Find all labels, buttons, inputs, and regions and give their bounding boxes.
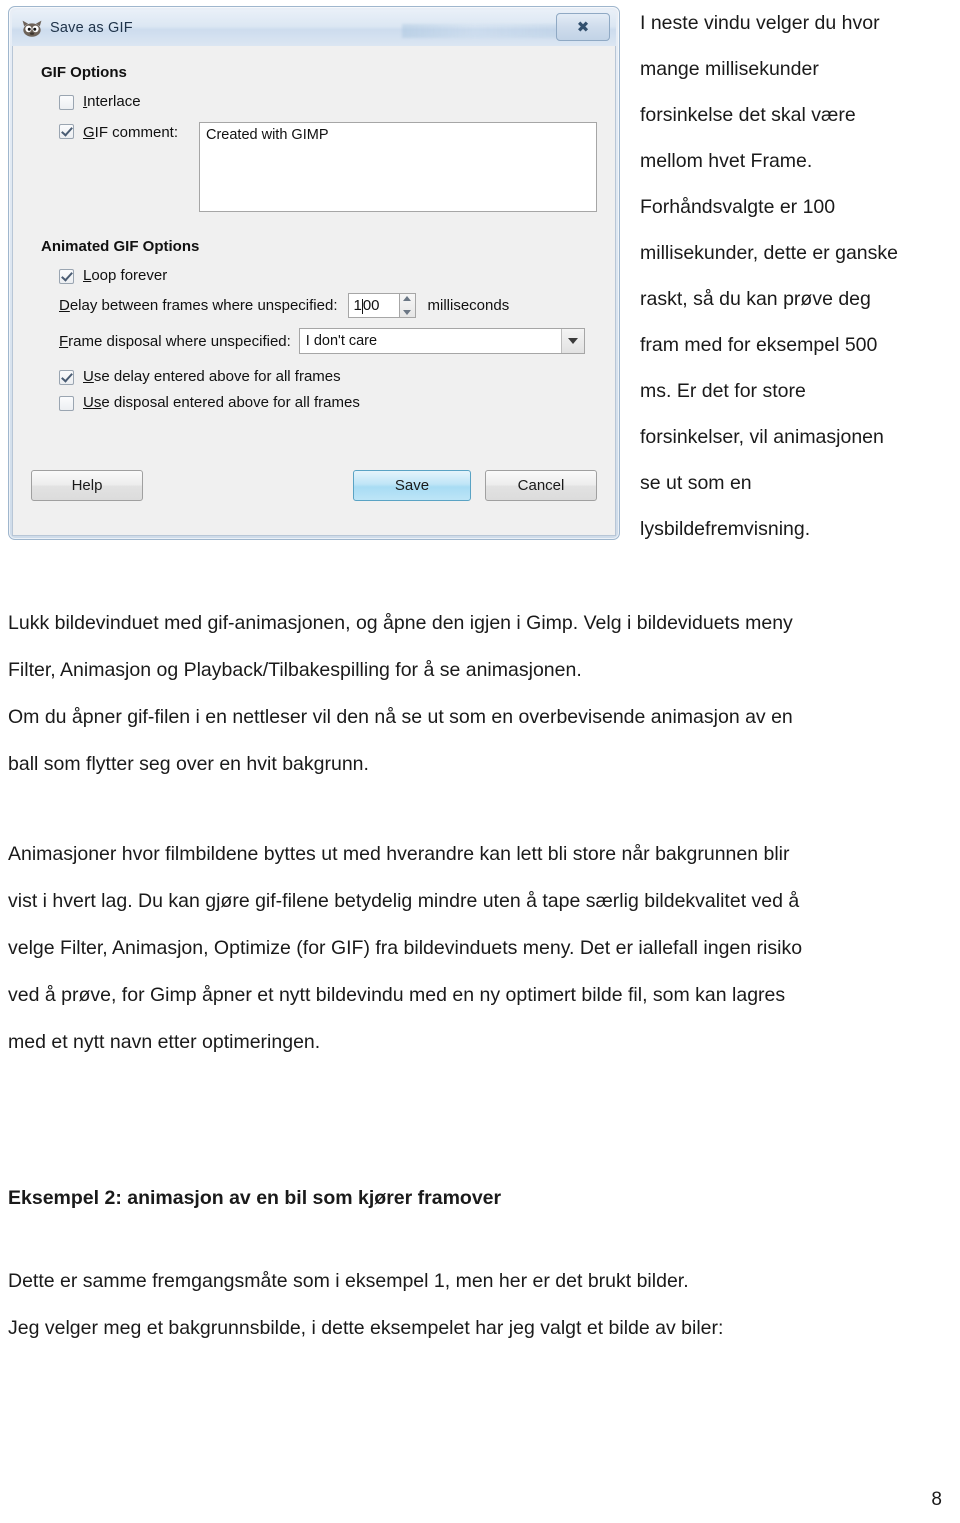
use-delay-all-label: Use delay entered above for all frames (83, 368, 341, 385)
side-text-line: forsinkelser, vil animasjonen (640, 426, 884, 448)
side-text-line: raskt, så du kan prøve deg (640, 288, 871, 310)
delay-spinner[interactable]: 1 00 (347, 293, 416, 318)
interlace-row[interactable]: Interlace (59, 93, 597, 110)
gif-comment-label: GIF comment: (83, 124, 179, 141)
body-line: ved å prøve, for Gimp åpner et nytt bild… (8, 984, 786, 1006)
text-caret (361, 299, 363, 314)
delay-unit-label: milliseconds (427, 297, 510, 314)
body-line: med et nytt navn etter optimeringen. (8, 1031, 321, 1053)
gif-comment-textarea[interactable]: Created with GIMP (199, 122, 597, 212)
animated-gif-options-group-title: Animated GIF Options (41, 238, 200, 255)
side-text-line: lysbildefremvisning. (640, 518, 811, 540)
frame-disposal-selected-value: I don't care (305, 333, 378, 349)
side-text-line: I neste vindu velger du hvor (640, 12, 880, 34)
dialog-body: GIF Options Interlace GIF comment: Creat… (12, 46, 616, 536)
dialog-titlebar[interactable]: Save as GIF ✖ (12, 10, 616, 46)
gif-comment-checkbox[interactable] (59, 124, 74, 139)
body-line: Animasjoner hvor filmbildene byttes ut m… (8, 843, 790, 865)
side-text-column: I neste vindu velger du hvor mange milli… (640, 0, 956, 552)
body-line: vist i hvert lag. Du kan gjøre gif-filen… (8, 890, 800, 912)
delay-value-before-caret: 1 (353, 297, 362, 314)
save-button-label: Save (394, 477, 430, 494)
body-line: Dette er samme fremgangsmåte som i eksem… (8, 1270, 689, 1292)
close-icon: ✖ (576, 17, 590, 36)
interlace-checkbox[interactable] (59, 95, 74, 110)
delay-value-after-caret: 00 (362, 297, 380, 314)
chevron-down-icon[interactable] (561, 329, 584, 353)
body-line: Filter, Animasjon og Playback/Tilbakespi… (8, 659, 582, 681)
side-text-line: fram med for eksempel 500 (640, 334, 878, 356)
interlace-label: Interlace (83, 93, 141, 110)
body-line: Jeg velger meg et bakgrunnsbilde, i dett… (8, 1317, 724, 1339)
side-text-line: se ut som en (640, 472, 752, 494)
gif-comment-row[interactable]: GIF comment: Created with GIMP (59, 122, 597, 212)
close-button[interactable]: ✖ (556, 13, 610, 41)
use-disposal-all-label: Use disposal entered above for all frame… (83, 394, 360, 411)
body-line: Lukk bildevinduet med gif-animasjonen, o… (8, 612, 793, 634)
use-disposal-all-row[interactable]: Use disposal entered above for all frame… (59, 394, 597, 411)
top-region: Save as GIF ✖ GIF Options Interlace GIF … (0, 0, 960, 570)
titlebar-ghost-artifact (402, 24, 562, 38)
delay-input[interactable]: 1 00 (347, 293, 400, 318)
side-text-line: forsinkelse det skal være (640, 104, 856, 126)
frame-disposal-label: Frame disposal where unspecified: (59, 332, 291, 350)
side-text-line: Forhåndsvalgte er 100 (640, 196, 836, 218)
save-button[interactable]: Save (353, 470, 471, 501)
gimp-wilber-icon (22, 20, 42, 37)
delay-label: Delay between frames where unspecified: (59, 297, 338, 314)
side-text-line: millisekunder, dette er ganske (640, 242, 898, 264)
help-button-label: Help (71, 477, 103, 494)
cancel-button[interactable]: Cancel (485, 470, 597, 501)
gif-options-group-title: GIF Options (41, 64, 127, 81)
document-body-text: Lukk bildevinduet med gif-animasjonen, o… (8, 600, 952, 1352)
cancel-button-label: Cancel (517, 477, 565, 494)
save-as-gif-dialog: Save as GIF ✖ GIF Options Interlace GIF … (8, 6, 620, 540)
side-text-line: mange millisekunder (640, 58, 819, 80)
dialog-primary-actions: Save Cancel (353, 470, 597, 501)
loop-forever-row[interactable]: Loop forever (59, 267, 597, 284)
page-number: 8 (931, 1489, 942, 1510)
dialog-title: Save as GIF (50, 20, 133, 36)
frame-disposal-select[interactable]: I don't care (298, 328, 585, 354)
side-text-line: mellom hvet Frame. (640, 150, 813, 172)
loop-forever-checkbox[interactable] (59, 269, 74, 284)
section-heading: Eksempel 2: animasjon av en bil som kjør… (8, 1187, 502, 1209)
use-delay-all-row[interactable]: Use delay entered above for all frames (59, 368, 597, 385)
body-line: ball som flytter seg over en hvit bakgru… (8, 753, 369, 775)
use-disposal-all-checkbox[interactable] (59, 396, 74, 411)
stepper-up-icon[interactable] (403, 296, 411, 301)
help-button[interactable]: Help (31, 470, 143, 501)
side-text-line: ms. Er det for store (640, 380, 806, 402)
stepper-down-icon[interactable] (403, 310, 411, 315)
use-delay-all-checkbox[interactable] (59, 370, 74, 385)
dialog-button-bar: Help Save Cancel (31, 470, 597, 501)
loop-forever-label: Loop forever (83, 267, 168, 284)
delay-row: Delay between frames where unspecified: … (59, 293, 597, 318)
body-line: Om du åpner gif-filen i en nettleser vil… (8, 706, 793, 728)
body-line: velge Filter, Animasjon, Optimize (for G… (8, 937, 803, 959)
delay-stepper[interactable] (399, 293, 416, 318)
frame-disposal-row: Frame disposal where unspecified: I don'… (59, 328, 597, 354)
